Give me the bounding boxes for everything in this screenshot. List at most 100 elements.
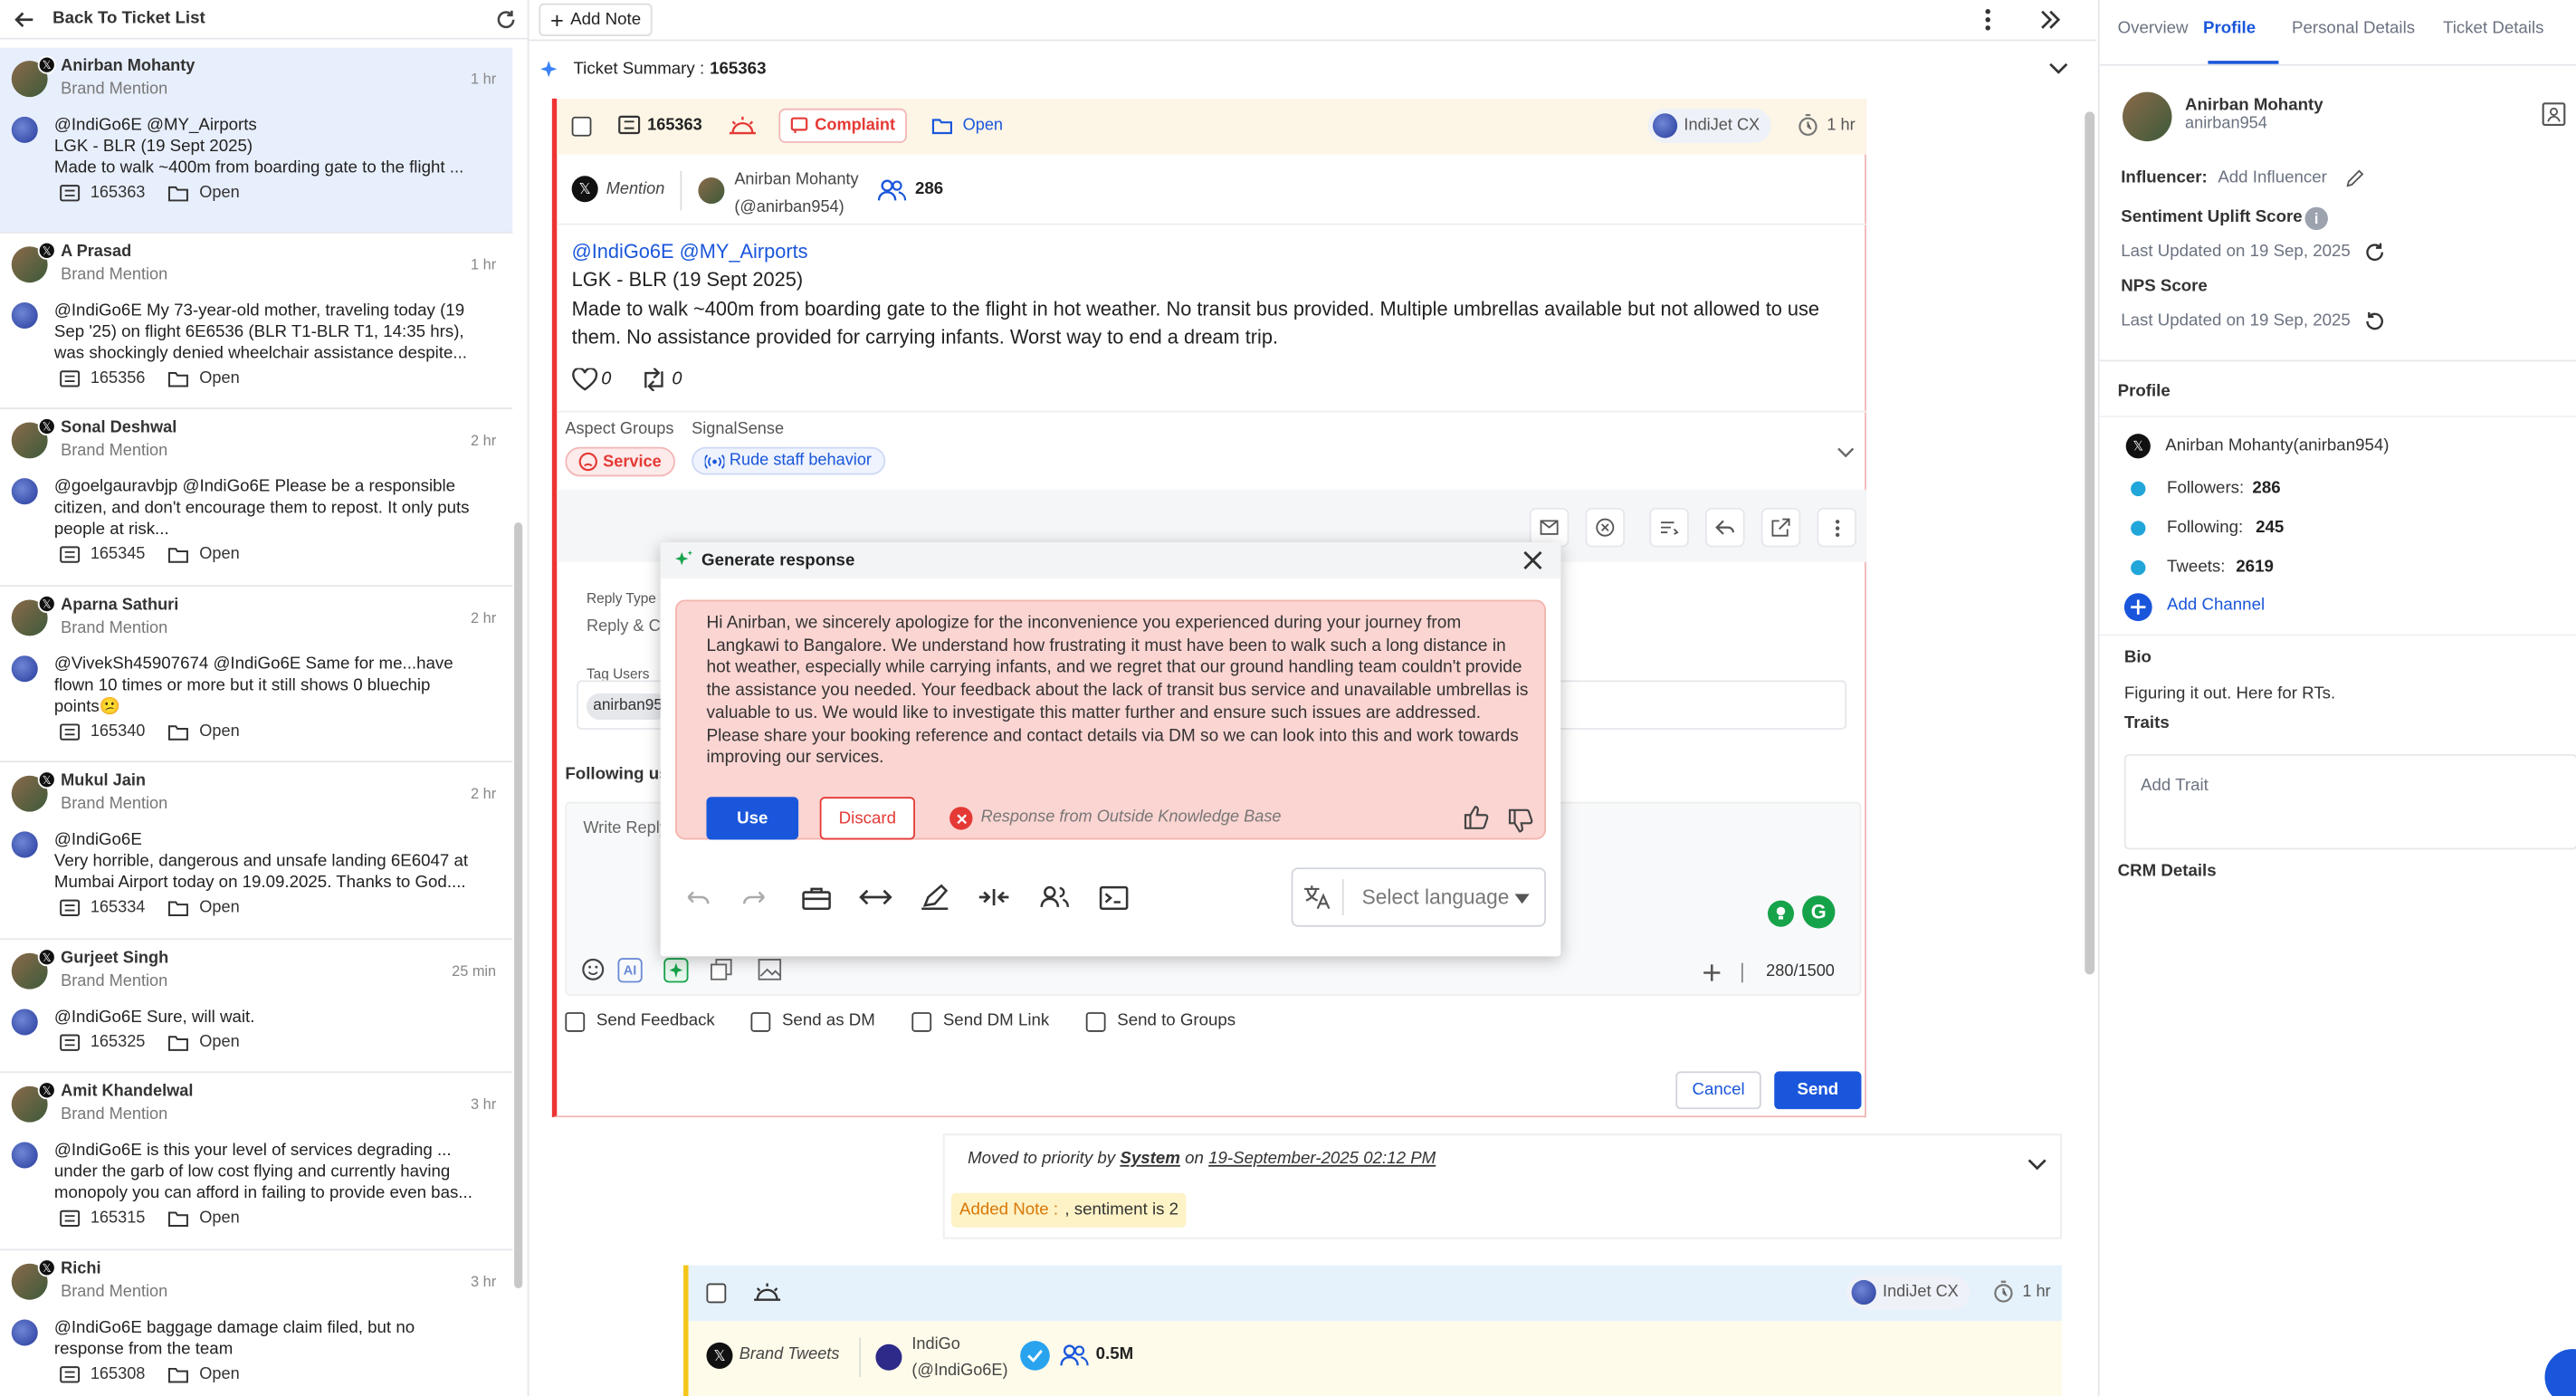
author-name[interactable]: IndiGo — [911, 1336, 959, 1354]
ticket-status[interactable]: Open — [963, 117, 1003, 135]
add-channel-link[interactable]: Add Channel — [2167, 597, 2265, 615]
send-to-groups-checkbox[interactable] — [1085, 1012, 1106, 1032]
tag-user-chip[interactable]: anirban95 — [586, 693, 670, 720]
heart-icon[interactable] — [572, 368, 598, 391]
more-vertical-icon — [1835, 519, 1839, 537]
chevron-down-icon[interactable] — [1837, 447, 1855, 459]
grammarly-icon[interactable]: G — [1802, 895, 1836, 929]
copy-icon[interactable] — [710, 958, 732, 980]
service-tag[interactable]: Service — [565, 446, 675, 477]
image-icon[interactable] — [758, 958, 782, 980]
ticket-preview: @VivekSh45907674 @IndiGo6E Same for me..… — [54, 654, 494, 718]
complaint-tag[interactable]: Complaint — [778, 108, 907, 143]
ticket-list-item[interactable]: 𝕏 Sonal Deshwal Brand Mention 2 hr @goelgaur… — [0, 409, 513, 587]
template-button[interactable] — [1649, 507, 1689, 548]
ticket-preview-line: was shockingly denied wheelchair assista… — [53, 345, 467, 364]
emoji-icon[interactable] — [582, 958, 605, 980]
add-note-button[interactable]: + Add Note — [539, 3, 653, 36]
reply-button[interactable] — [1705, 507, 1745, 548]
info-icon[interactable]: i — [2304, 206, 2328, 231]
cancel-button[interactable]: Cancel — [1675, 1071, 1761, 1110]
ticket-list-scrollbar[interactable] — [514, 522, 523, 1288]
arrow-left-icon[interactable] — [10, 5, 40, 34]
chevron-down-icon[interactable] — [2048, 62, 2068, 76]
signal-tag[interactable]: Rude staff behavior — [692, 446, 885, 475]
ticket-list-item[interactable]: 𝕏 A Prasad Brand Mention 1 hr @IndiGo6E My 7… — [0, 234, 513, 409]
activity-card: Moved to priority by System on 19-Septem… — [942, 1133, 2062, 1239]
send-dm-link-checkbox[interactable] — [911, 1012, 932, 1032]
back-to-ticket-list-link[interactable]: Back To Ticket List — [52, 10, 205, 28]
pencil-icon[interactable] — [2344, 169, 2364, 189]
ticket-preview-line: flown 10 times or more but it still show… — [53, 676, 431, 695]
author-handle: (@anirban954) — [734, 198, 844, 217]
send-button[interactable]: Send — [1774, 1071, 1862, 1110]
signal-icon — [704, 453, 725, 469]
ticket-list-item[interactable]: 𝕏 Anirban Mohanty Brand Mention 1 hr @IndiGo… — [0, 47, 513, 234]
ticket-preview-line: Sep '25) on flight 6E6536 (BLR T1-BLR T1… — [53, 323, 464, 342]
post-mentions[interactable]: @IndiGo6E @MY_Airports — [572, 240, 808, 263]
ticket-list-item[interactable]: 𝕏 Amit Khandelwal Brand Mention 3 hr @IndiGo… — [0, 1073, 513, 1251]
redo-button[interactable] — [734, 875, 778, 919]
rephrase-button[interactable] — [913, 875, 957, 919]
activity-actor[interactable]: System — [1120, 1151, 1180, 1169]
tab-personal-details[interactable]: Personal Details — [2292, 20, 2415, 38]
ticket-checkbox[interactable] — [706, 1283, 727, 1304]
language-select[interactable]: Select language — [1291, 867, 1546, 927]
add-influencer-link[interactable]: Add Influencer — [2218, 169, 2327, 187]
ticket-status: Open — [199, 1209, 240, 1228]
ai-icon[interactable]: AI — [617, 958, 643, 983]
account-badge[interactable]: IndiJet CX — [1846, 1275, 1970, 1310]
ticket-meta: 165325 Open — [59, 1034, 240, 1052]
professional-tone-button[interactable] — [795, 875, 838, 919]
lightbulb-icon[interactable] — [1767, 900, 1795, 927]
prompt-button[interactable] — [1092, 875, 1136, 919]
main-scrollbar[interactable] — [2085, 111, 2095, 975]
contact-card-icon[interactable] — [2542, 102, 2566, 127]
open-external-button[interactable] — [1760, 507, 1801, 548]
ticket-list-item[interactable]: 𝕏 Gurjeet Singh Brand Mention 25 min @IndiGo… — [0, 940, 513, 1074]
add-circle-icon[interactable] — [2123, 593, 2152, 622]
send-feedback-checkbox[interactable] — [565, 1012, 586, 1032]
ticket-list-item[interactable]: 𝕏 Mukul Jain Brand Mention 2 hr @IndiGo6E Ver… — [0, 762, 513, 941]
history-icon[interactable] — [2364, 311, 2386, 332]
reply-type-value[interactable]: Reply & Cl — [587, 617, 664, 636]
close-ticket-button[interactable] — [1585, 507, 1626, 548]
ticket-summary-bar[interactable]: Ticket Summary : 165363 — [529, 49, 2096, 95]
chat-launcher-button[interactable] — [2540, 1343, 2576, 1396]
retweet-icon[interactable] — [639, 368, 669, 391]
email-button[interactable] — [1529, 507, 1569, 548]
more-vertical-icon[interactable] — [1978, 6, 1998, 33]
profile-account[interactable]: Anirban Mohanty(anirban954) — [2165, 437, 2389, 455]
send-as-dm-checkbox[interactable] — [750, 1012, 771, 1032]
discard-button[interactable]: Discard — [819, 797, 915, 840]
account-badge[interactable]: IndiJet CX — [1647, 108, 1771, 143]
plus-circle-icon[interactable] — [1701, 961, 1723, 984]
thumbs-up-icon[interactable] — [1464, 805, 1490, 829]
tab-overview[interactable]: Overview — [2118, 20, 2189, 38]
ticket-preview: @IndiGo6E Very horrible, dangerous and un… — [54, 830, 494, 894]
tab-profile[interactable]: Profile — [2203, 20, 2256, 38]
chevron-down-icon[interactable] — [2027, 1159, 2047, 1172]
ticket-list-item[interactable]: 𝕏 Aparna Sathuri Brand Mention 2 hr @VivekSh… — [0, 587, 513, 763]
ticket-source: Brand Mention — [61, 795, 168, 814]
tweets-label: Tweets: — [2167, 559, 2226, 578]
more-actions-button[interactable] — [1817, 507, 1857, 548]
generate-response-icon[interactable] — [663, 958, 689, 983]
ticket-list-item[interactable]: 𝕏 Richi Brand Mention 3 hr @IndiGo6E baggage… — [0, 1250, 512, 1396]
refresh-icon[interactable] — [2364, 242, 2386, 263]
add-trait-field[interactable]: Add Trait — [2123, 754, 2576, 850]
tab-ticket-details[interactable]: Ticket Details — [2443, 20, 2543, 38]
thumbs-down-icon[interactable] — [1508, 808, 1534, 833]
personalize-button[interactable] — [1033, 875, 1076, 919]
author-name[interactable]: Anirban Mohanty — [734, 171, 858, 189]
ticket-checkbox[interactable] — [571, 116, 592, 137]
refresh-icon[interactable] — [493, 6, 520, 33]
double-chevron-right-icon[interactable] — [2037, 6, 2064, 33]
expand-button[interactable] — [854, 875, 898, 919]
use-button[interactable]: Use — [706, 797, 799, 840]
modal-title: Generate response — [701, 550, 855, 569]
undo-button[interactable] — [674, 875, 719, 919]
close-icon[interactable] — [1523, 550, 1543, 570]
following-value: 245 — [2256, 519, 2285, 538]
shorten-button[interactable] — [972, 875, 1016, 919]
